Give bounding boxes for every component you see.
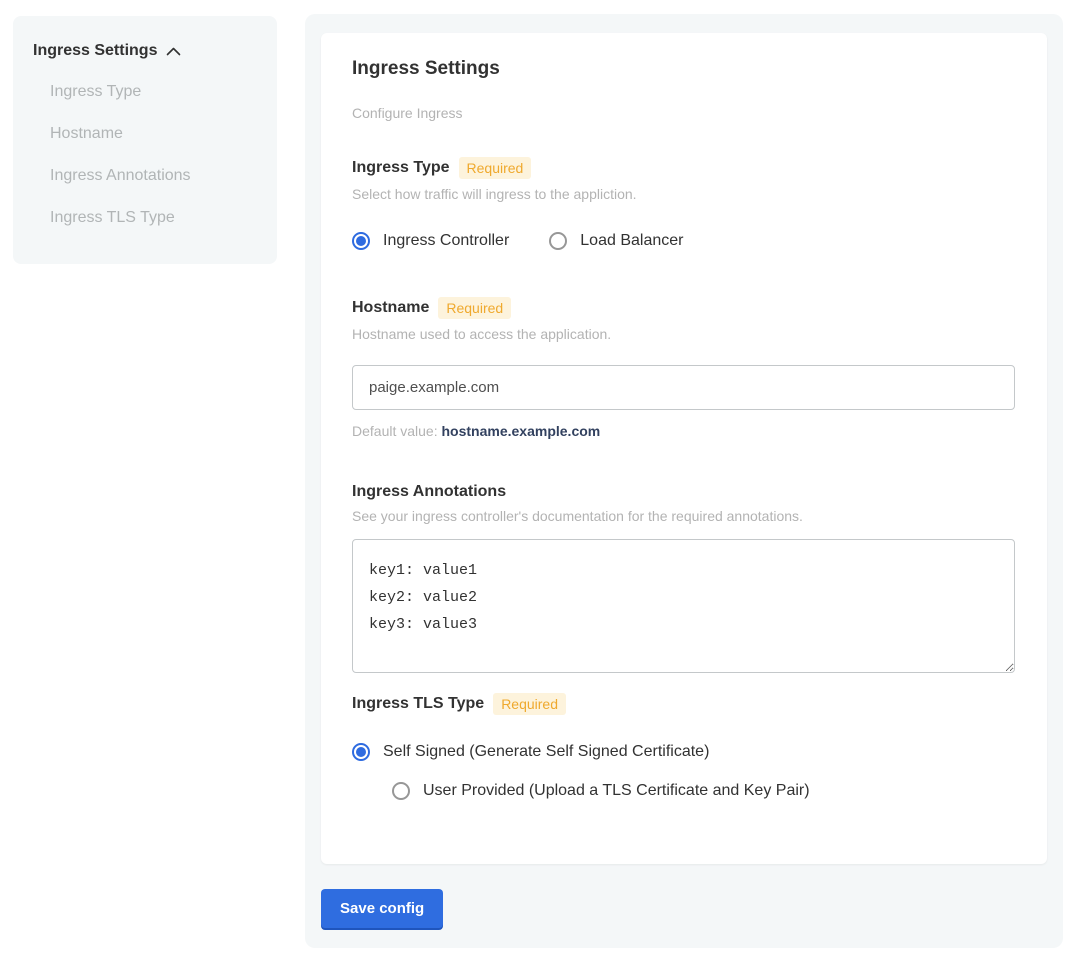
required-badge: Required: [438, 297, 511, 319]
required-badge: Required: [459, 157, 532, 179]
field-label-row: Ingress TLS Type Required: [352, 693, 1015, 715]
radio-option-label: Ingress Controller: [383, 232, 509, 250]
radio-option-self-signed[interactable]: Self Signed (Generate Self Signed Certif…: [352, 743, 1015, 761]
ingress-annotations-textarea[interactable]: key1: value1 key2: value2 key3: value3: [352, 539, 1015, 673]
config-nav-sidebar: Ingress Settings Ingress Type Hostname I…: [13, 16, 277, 264]
sidebar-item-list: Ingress Type Hostname Ingress Annotation…: [13, 71, 277, 239]
config-card: Ingress Settings Configure Ingress Ingre…: [321, 33, 1047, 864]
config-panel: Ingress Settings Configure Ingress Ingre…: [305, 14, 1063, 948]
ingress-type-radio-group: Ingress Controller Load Balancer: [352, 232, 1015, 250]
radio-option-label: Load Balancer: [580, 232, 683, 250]
field-label: Hostname: [352, 299, 429, 317]
default-value-line: Default value: hostname.example.com: [352, 423, 1015, 439]
field-label-row: Ingress Type Required: [352, 157, 1015, 179]
radio-option-label: Self Signed (Generate Self Signed Certif…: [383, 743, 709, 761]
sidebar-group-title-label: Ingress Settings: [33, 42, 157, 60]
field-hostname: Hostname Required Hostname used to acces…: [352, 297, 1015, 439]
sidebar-item-hostname[interactable]: Hostname: [13, 113, 277, 155]
hostname-input[interactable]: [352, 365, 1015, 410]
field-ingress-type: Ingress Type Required Select how traffic…: [352, 157, 1015, 250]
field-label: Ingress Annotations: [352, 483, 506, 501]
sidebar-item-ingress-annotations[interactable]: Ingress Annotations: [13, 155, 277, 197]
card-subtitle: Configure Ingress: [352, 105, 1015, 121]
chevron-up-icon: [166, 47, 181, 56]
field-ingress-tls-type: Ingress TLS Type Required Self Signed (G…: [352, 693, 1015, 800]
card-title: Ingress Settings: [352, 58, 1015, 80]
radio-option-ingress-controller[interactable]: Ingress Controller: [352, 232, 509, 250]
field-label-row: Hostname Required: [352, 297, 1015, 319]
required-badge: Required: [493, 693, 566, 715]
field-help-text: Hostname used to access the application.: [352, 326, 1015, 342]
default-value-text: hostname.example.com: [442, 423, 601, 439]
field-label-row: Ingress Annotations: [352, 483, 1015, 501]
default-value-label: Default value:: [352, 423, 442, 439]
radio-selected-icon[interactable]: [352, 743, 370, 761]
ingress-tls-radio-group: Self Signed (Generate Self Signed Certif…: [352, 743, 1015, 800]
radio-option-load-balancer[interactable]: Load Balancer: [549, 232, 683, 250]
field-label: Ingress Type: [352, 159, 450, 177]
sidebar-item-ingress-type[interactable]: Ingress Type: [13, 71, 277, 113]
sidebar-group-ingress-settings[interactable]: Ingress Settings: [33, 42, 257, 60]
page: Ingress Settings Ingress Type Hostname I…: [0, 0, 1090, 969]
save-config-button[interactable]: Save config: [321, 889, 443, 928]
radio-unselected-icon[interactable]: [392, 782, 410, 800]
radio-option-user-provided[interactable]: User Provided (Upload a TLS Certificate …: [392, 782, 1015, 800]
radio-selected-icon[interactable]: [352, 232, 370, 250]
radio-option-label: User Provided (Upload a TLS Certificate …: [423, 782, 810, 800]
sidebar-item-ingress-tls-type[interactable]: Ingress TLS Type: [13, 197, 277, 239]
field-ingress-annotations: Ingress Annotations See your ingress con…: [352, 483, 1015, 673]
field-label: Ingress TLS Type: [352, 695, 484, 713]
field-help-text: See your ingress controller's documentat…: [352, 508, 1015, 524]
radio-unselected-icon[interactable]: [549, 232, 567, 250]
field-help-text: Select how traffic will ingress to the a…: [352, 186, 1015, 202]
